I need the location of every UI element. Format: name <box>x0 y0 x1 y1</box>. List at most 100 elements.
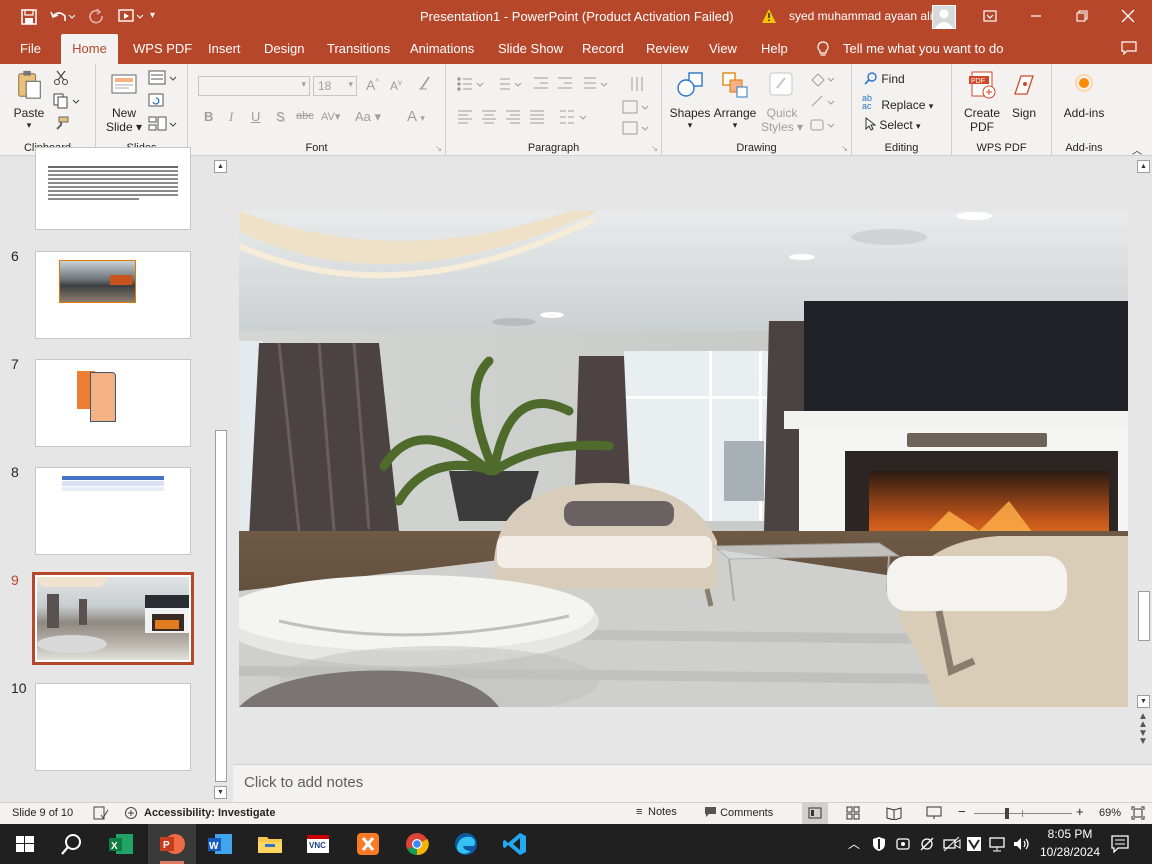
tab-view[interactable]: View <box>700 34 746 64</box>
canvas-scrollbar[interactable]: ▲ ▼ ▲ ▲ ▼ ▼ <box>1137 157 1151 764</box>
avatar[interactable] <box>932 5 956 29</box>
tab-slide-show[interactable]: Slide Show <box>489 34 572 64</box>
thumbnail-slide-7[interactable] <box>35 359 191 447</box>
tab-help[interactable]: Help <box>752 34 797 64</box>
vmware-icon[interactable] <box>966 836 982 855</box>
notes-pane[interactable]: Click to add notes <box>233 764 1152 802</box>
notes-placeholder[interactable]: Click to add notes <box>244 774 363 791</box>
shapes-button[interactable]: Shapes ▾ <box>668 70 712 131</box>
spelling-icon[interactable] <box>93 806 109 823</box>
comments-toggle[interactable]: Comments <box>704 806 773 819</box>
clear-formatting-icon[interactable] <box>418 75 432 94</box>
align-left-icon[interactable] <box>456 108 596 127</box>
vscode-icon[interactable] <box>501 830 529 858</box>
save-icon[interactable] <box>20 8 38 26</box>
bold-icon[interactable]: B <box>204 109 213 124</box>
xampp-icon[interactable] <box>354 830 382 858</box>
underline-icon[interactable]: U <box>251 109 260 124</box>
font-name-combo[interactable]: ▾ <box>198 76 310 96</box>
arrange-button[interactable]: Arrange ▾ <box>712 70 758 131</box>
vnc-viewer-icon[interactable]: VNC <box>304 830 332 858</box>
restore-button[interactable] <box>1062 4 1102 28</box>
format-painter-icon[interactable] <box>53 116 69 135</box>
tab-home[interactable]: Home <box>61 34 118 64</box>
tell-me-search[interactable]: Tell me what you want to do <box>834 34 1012 64</box>
zoom-level[interactable]: 69% <box>1099 807 1121 819</box>
minimize-button[interactable] <box>1016 4 1056 28</box>
drawing-dialog-launcher-icon[interactable]: ↘ <box>841 144 848 153</box>
zoom-slider-thumb[interactable] <box>1005 808 1009 819</box>
thumbnail-slide-9[interactable] <box>32 572 194 665</box>
shrink-font-icon[interactable]: Av <box>390 78 402 93</box>
word-icon[interactable]: W <box>206 830 234 858</box>
file-explorer-icon[interactable] <box>256 830 284 858</box>
next-slide-icon[interactable]: ▼ ▼ <box>1138 729 1148 747</box>
layout-icon[interactable] <box>148 70 178 89</box>
replace-button[interactable]: ab ac Replace ▾ <box>862 94 933 113</box>
reading-view-icon[interactable] <box>886 806 902 823</box>
section-icon[interactable] <box>148 116 178 135</box>
scroll-up-arrow-icon[interactable]: ▲ <box>214 160 227 173</box>
zoom-slider[interactable] <box>974 808 1072 819</box>
normal-view-icon[interactable] <box>802 803 828 824</box>
scroll-thumb[interactable] <box>1138 591 1150 641</box>
strikethrough-icon[interactable]: abc <box>296 110 314 122</box>
scroll-down-arrow-icon[interactable]: ▼ <box>1137 695 1150 708</box>
tab-transitions[interactable]: Transitions <box>318 34 399 64</box>
cut-icon[interactable] <box>53 70 69 89</box>
redo-icon[interactable] <box>88 8 106 26</box>
chrome-icon[interactable] <box>403 830 431 858</box>
security-icon[interactable] <box>871 836 887 855</box>
create-pdf-button[interactable]: PDF Create PDF <box>960 70 1004 134</box>
font-dialog-launcher-icon[interactable]: ↘ <box>435 144 442 153</box>
thumbnail-scrollbar[interactable]: ▲ ▼ <box>214 157 228 802</box>
show-hidden-icons-icon[interactable]: ︿ <box>848 835 860 852</box>
present-from-beginning-icon[interactable] <box>118 8 144 26</box>
text-shadow-icon[interactable]: S <box>276 109 285 124</box>
change-case-icon[interactable]: Aa ▾ <box>355 109 381 125</box>
italic-icon[interactable]: I <box>229 109 233 125</box>
network-icon[interactable] <box>989 836 1005 855</box>
character-spacing-icon[interactable]: AV▾ <box>321 110 340 123</box>
thumbnail-slide-6[interactable] <box>35 251 191 339</box>
addins-button[interactable]: Add-ins <box>1058 70 1110 120</box>
customize-toolbar-icon[interactable]: ▾ <box>150 10 155 28</box>
windows-start-icon[interactable] <box>11 830 39 858</box>
volume-icon[interactable] <box>1013 836 1031 855</box>
tab-review[interactable]: Review <box>637 34 698 64</box>
powerpoint-icon[interactable]: P <box>158 830 186 858</box>
text-direction-icon[interactable] <box>622 100 652 143</box>
drive-icon[interactable] <box>895 836 911 855</box>
undo-icon[interactable] <box>49 8 76 26</box>
accessibility-status[interactable]: Accessibility: Investigate <box>144 807 275 819</box>
font-size-combo[interactable]: 18 ▾ <box>313 76 357 96</box>
thumbnail-slide-8[interactable] <box>35 467 191 555</box>
clock-time[interactable]: 8:05 PM <box>1038 827 1102 841</box>
thumbnail-slide-10[interactable] <box>35 683 191 771</box>
reset-icon[interactable] <box>148 93 166 112</box>
close-button[interactable] <box>1108 4 1148 28</box>
paragraph-dialog-launcher-icon[interactable]: ↘ <box>651 144 658 153</box>
sign-button[interactable]: Sign <box>1004 70 1044 120</box>
edge-icon[interactable] <box>452 830 480 858</box>
scroll-down-arrow-icon[interactable]: ▼ <box>214 786 227 799</box>
tab-design[interactable]: Design <box>255 34 313 64</box>
scroll-thumb[interactable] <box>215 430 227 782</box>
tab-file[interactable]: File <box>11 34 50 64</box>
user-name[interactable]: syed muhammad ayaan ali <box>789 9 932 23</box>
tab-animations[interactable]: Animations <box>401 34 483 64</box>
collapse-ribbon-icon[interactable]: ︿ <box>1132 142 1142 157</box>
accessibility-icon[interactable] <box>124 806 140 823</box>
settings-tray-icon[interactable] <box>919 836 935 855</box>
search-icon[interactable] <box>58 830 86 858</box>
notification-center-icon[interactable] <box>1111 835 1129 856</box>
new-slide-button[interactable]: New Slide ▾ <box>104 70 144 134</box>
camera-off-icon[interactable] <box>943 836 961 855</box>
select-button[interactable]: Select ▾ <box>864 116 921 132</box>
slideshow-icon[interactable] <box>926 806 942 823</box>
scroll-up-arrow-icon[interactable]: ▲ <box>1137 160 1150 173</box>
excel-icon[interactable]: X <box>107 830 135 858</box>
grow-font-icon[interactable]: A^ <box>366 77 379 93</box>
zoom-in-button[interactable]: + <box>1076 804 1084 819</box>
notes-toggle[interactable]: ≡ Notes <box>636 806 677 818</box>
